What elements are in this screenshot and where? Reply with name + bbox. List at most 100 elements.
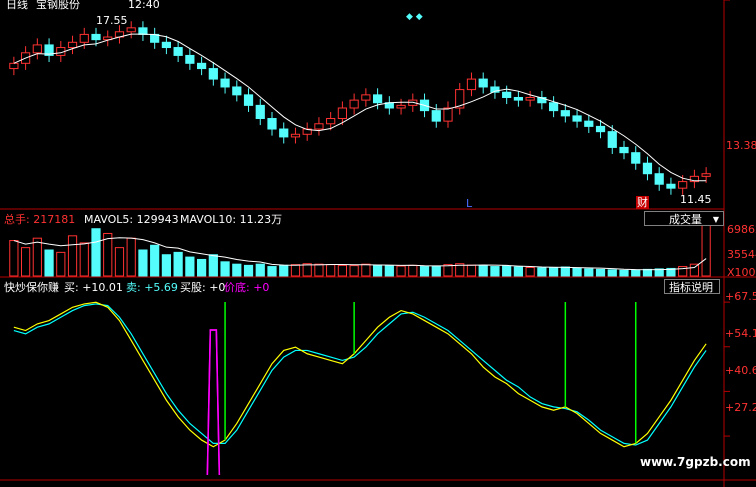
volume-bar: [631, 269, 641, 277]
volume-bar: [619, 269, 629, 277]
volume-bar: [466, 264, 477, 277]
volume-bar: [689, 263, 700, 277]
high-price-label: 17.55: [96, 14, 128, 27]
volume-bar: [525, 266, 535, 277]
indicator-name: 快炒保你赚: [4, 281, 59, 294]
volume-bar: [326, 264, 336, 277]
volume-bar: [302, 263, 312, 277]
volume-bar: [584, 268, 594, 277]
candle-body: [196, 62, 207, 70]
indicator-tick-1: +67.55: [725, 290, 756, 303]
low-price-label: 11.45: [680, 193, 712, 206]
volume-bar: [56, 251, 66, 277]
candle-body: [79, 33, 89, 43]
candle-body: [267, 118, 277, 130]
volume-bar: [372, 264, 383, 277]
volume-bar: [513, 266, 524, 277]
volume-bar: [396, 265, 406, 277]
time-label: 12:40: [128, 0, 160, 11]
indicator-buystock-label: 买股: +0: [180, 281, 226, 294]
price-axis-tick: 13.38: [726, 139, 756, 152]
volume-bar: [32, 237, 42, 277]
volume-bar: [114, 247, 125, 277]
candle-body: [290, 133, 301, 138]
candle-body: [502, 91, 512, 98]
candle-body: [678, 181, 688, 189]
price-candles: [9, 21, 711, 195]
candle-body: [279, 128, 289, 138]
sell-line: [13, 303, 707, 446]
volume-bar: [560, 266, 570, 277]
volume-bar: [267, 266, 277, 277]
volume-bar: [279, 264, 289, 277]
volume-selector[interactable]: 成交量 ▼: [644, 211, 724, 226]
volume-bar: [490, 266, 500, 277]
candle-body: [701, 173, 711, 177]
volume-bar: [220, 261, 230, 277]
bottom-marker: [206, 329, 221, 476]
volume-bar: [67, 235, 78, 277]
mavol5-label: MAVOL5: 129943: [84, 213, 179, 226]
candle-body: [138, 27, 148, 35]
candle-body: [185, 54, 195, 64]
watermark: www.7gpzb.com: [640, 455, 751, 469]
candle-body: [126, 27, 136, 33]
candle-body: [525, 96, 535, 101]
candle-body: [654, 173, 664, 185]
volume-bar: [44, 249, 54, 277]
candle-body: [572, 115, 582, 122]
volume-bar: [232, 263, 242, 277]
volume-bar: [161, 254, 172, 277]
candle-body: [396, 104, 406, 109]
volume-bar: [79, 242, 89, 277]
volume-bar: [443, 264, 453, 277]
volume-bar: [701, 224, 711, 277]
candle-body: [349, 99, 359, 109]
candle-body: [173, 47, 183, 56]
volume-bar: [349, 265, 359, 277]
volume-bar: [196, 258, 207, 277]
candle-body: [560, 110, 570, 117]
indicator-help-button[interactable]: 指标说明: [664, 279, 720, 294]
indicator-bottom-label: 价底: +0: [224, 281, 270, 294]
candle-body: [208, 68, 218, 80]
indicator-tick-3: +40.66: [725, 364, 756, 377]
candle-body: [372, 94, 383, 104]
candle-body: [431, 110, 441, 122]
candle-body: [584, 120, 594, 127]
volume-bar: [290, 264, 301, 277]
candle-body: [255, 104, 265, 120]
candle-body: [232, 86, 242, 96]
volume-bar: [150, 244, 160, 277]
indicator-buy-label: 买: +10.01: [64, 281, 123, 294]
mavol10-label: MAVOL10: 11.23万: [180, 213, 283, 226]
candle-body: [619, 146, 629, 154]
stock-chart: [0, 0, 756, 487]
candle-body: [337, 107, 348, 120]
volume-bars: [9, 224, 711, 277]
volume-bar: [185, 256, 195, 277]
indicator-tick-4: +27.21: [725, 401, 756, 414]
candle-body: [595, 125, 606, 133]
volume-bar: [595, 268, 606, 277]
indicator-sell-label: 卖: +5.69: [126, 281, 178, 294]
candle-body: [631, 152, 641, 164]
candle-body: [466, 78, 477, 91]
volume-total-label: 总手: 217181: [4, 213, 76, 226]
price-ma-line: [13, 33, 707, 182]
volume-bar: [337, 264, 348, 277]
candle-body: [67, 41, 78, 49]
volume-bar: [173, 251, 183, 277]
volume-bar: [419, 266, 430, 277]
finance-marker[interactable]: 财: [636, 196, 649, 209]
candle-body: [314, 123, 324, 130]
candle-body: [607, 131, 617, 148]
candle-body: [243, 94, 254, 106]
volume-bar: [208, 254, 218, 277]
candle-body: [642, 162, 653, 175]
volume-bar: [126, 237, 136, 277]
candle-body: [9, 62, 19, 70]
chart-grid: [0, 0, 756, 487]
volume-selector-label: 成交量: [669, 213, 702, 226]
candle-body: [443, 107, 453, 122]
